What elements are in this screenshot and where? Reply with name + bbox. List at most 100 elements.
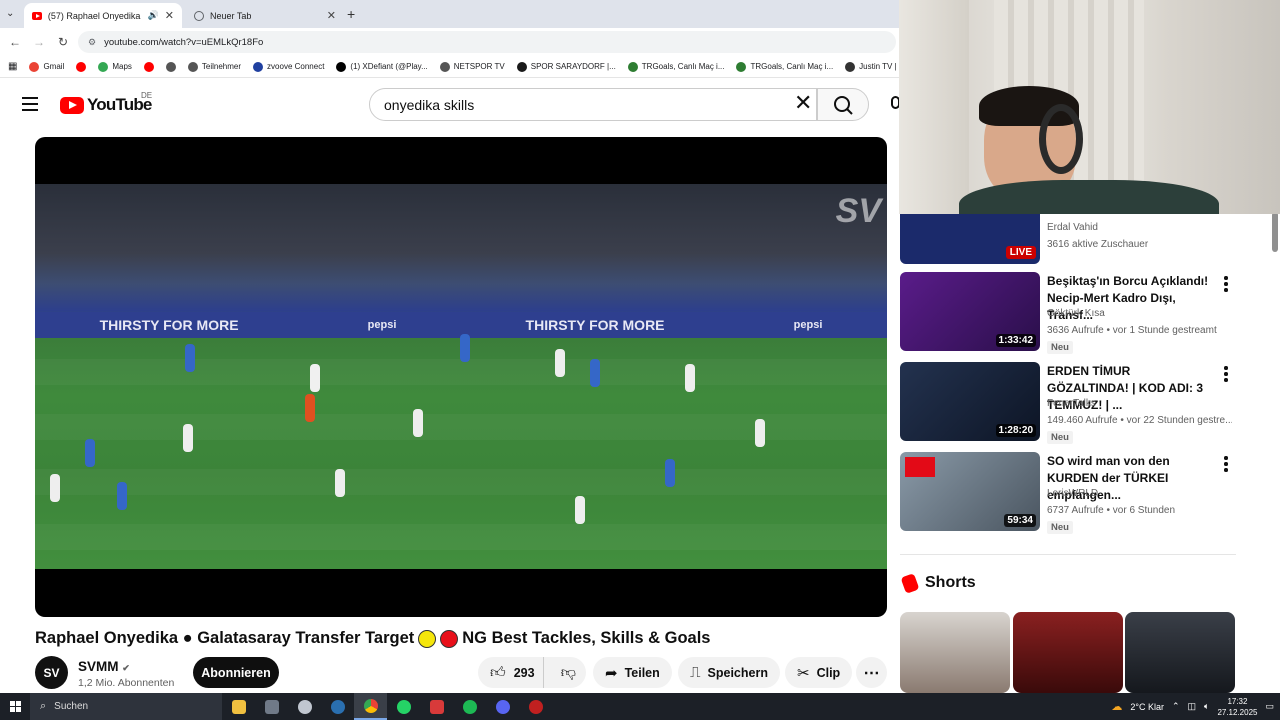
rec-channel[interactable]: Göktürk Kısa: [1047, 308, 1105, 319]
share-arrow-icon: ➦: [605, 664, 618, 682]
tab-youtube-video[interactable]: (57) Raphael Onyedika ● G 🔊 ✕: [24, 3, 182, 28]
video-frame[interactable]: THIRSTY FOR MORE pepsi THIRSTY FOR MORE …: [35, 184, 887, 569]
rec-channel[interactable]: LorisWRLD: [1047, 488, 1098, 499]
bookmarks-list: Gmail Maps Teilnehmer zvoove Connect (1) XDe…: [29, 61, 938, 72]
more-actions-icon[interactable]: ⋯: [856, 657, 887, 688]
bookmark-item[interactable]: [76, 61, 87, 72]
weather-text[interactable]: 2°C Klar: [1130, 702, 1164, 712]
spotify-icon[interactable]: [453, 693, 486, 720]
discord-icon[interactable]: [486, 693, 519, 720]
ad-board-text: THIRSTY FOR MORE: [99, 317, 239, 333]
back-arrow-icon[interactable]: ←: [3, 35, 27, 49]
clip-button[interactable]: ✂ Clip: [785, 657, 853, 688]
tab-close-icon[interactable]: ✕: [165, 9, 174, 22]
bookmark-item[interactable]: TRGoals, Canlı Maç i...: [736, 61, 833, 72]
bookmark-item[interactable]: SPOR SARAYDORF |...: [516, 61, 616, 72]
rec-channel[interactable]: FenerTalks: [1047, 398, 1096, 409]
like-button[interactable]: 👍︎ 293: [478, 657, 544, 688]
network-icon[interactable]: ◫: [1188, 701, 1197, 712]
bookmark-item[interactable]: [143, 61, 154, 72]
clear-search-icon[interactable]: ✕: [794, 92, 812, 114]
start-button[interactable]: [0, 693, 30, 720]
bookmark-item[interactable]: (1) XDefiant (@Play...: [336, 61, 428, 72]
forward-arrow-icon[interactable]: →: [27, 35, 51, 49]
search-input[interactable]: onyedika skills: [369, 88, 817, 121]
shorts-label: Shorts: [925, 574, 976, 591]
video-player[interactable]: THIRSTY FOR MORE pepsi THIRSTY FOR MORE …: [35, 137, 887, 617]
recommendation-item[interactable]: 1:28:20 ERDEN TİMUR GÖZALTINDA! | KOD AD…: [900, 362, 1240, 444]
recommendation-item[interactable]: 59:34 SO wird man von den KURDEN der TÜR…: [900, 452, 1240, 534]
show-hidden-icons-icon[interactable]: ⌃: [1172, 701, 1180, 712]
globe-favicon-icon: [194, 10, 204, 21]
clock-date: 27.12.2025: [1217, 707, 1258, 717]
more-options-icon[interactable]: [1224, 276, 1228, 294]
bookmark-label: zvoove Connect: [267, 62, 325, 71]
app-icon[interactable]: [255, 693, 288, 720]
video-thumbnail[interactable]: 1:33:42: [900, 272, 1040, 351]
bookmark-label: SPOR SARAYDORF |...: [530, 62, 616, 71]
bookmark-item[interactable]: Gmail: [29, 61, 64, 72]
voice-search-icon[interactable]: [880, 88, 899, 121]
share-button[interactable]: ➦ Teilen: [593, 657, 672, 688]
more-options-icon[interactable]: [1224, 366, 1228, 384]
video-thumbnail[interactable]: 1:28:20: [900, 362, 1040, 441]
person-shirt: [959, 180, 1219, 214]
ball-icon: [736, 61, 747, 72]
rec-channel[interactable]: Erdal Vahid: [1047, 222, 1098, 233]
apps-grid-icon[interactable]: ▦: [8, 61, 17, 72]
audio-playing-icon[interactable]: 🔊: [148, 10, 159, 21]
short-thumbnail[interactable]: [1013, 612, 1123, 693]
bookmark-item[interactable]: NETSPOR TV: [439, 61, 505, 72]
app-icon[interactable]: [519, 693, 552, 720]
address-bar[interactable]: ⚙ youtube.com/watch?v=uEMLkQr18Fo: [78, 31, 896, 53]
settings-icon[interactable]: [288, 693, 321, 720]
s-icon: [516, 61, 527, 72]
url-text: youtube.com/watch?v=uEMLkQr18Fo: [104, 36, 264, 48]
channel-avatar[interactable]: SV: [35, 656, 68, 689]
tab-close-icon[interactable]: ✕: [327, 9, 336, 22]
video-thumbnail[interactable]: 59:34: [900, 452, 1040, 531]
whatsapp-icon[interactable]: [387, 693, 420, 720]
chrome-icon[interactable]: [354, 693, 387, 720]
bookmark-item[interactable]: [165, 61, 176, 72]
notifications-icon[interactable]: ▭: [1265, 701, 1274, 712]
search-icon: ⌕: [40, 700, 47, 712]
thumbs-down-icon: 👎︎: [560, 663, 577, 681]
reload-icon[interactable]: ↻: [51, 35, 75, 49]
new-tab-plus-icon[interactable]: +: [347, 6, 355, 22]
search-query-text: onyedika skills: [384, 96, 475, 113]
channel-name[interactable]: SVMM ✔: [78, 659, 130, 674]
clock-time: 17:32: [1227, 696, 1248, 706]
maps-icon: [98, 61, 109, 72]
dislike-button[interactable]: 👎︎: [551, 657, 586, 688]
more-options-icon[interactable]: [1224, 456, 1228, 474]
search-button[interactable]: [817, 88, 869, 121]
verified-check-icon: ✔: [122, 663, 130, 673]
site-info-icon[interactable]: ⚙: [88, 37, 96, 48]
subscribe-button[interactable]: Abonnieren: [193, 657, 279, 688]
short-thumbnail[interactable]: [900, 612, 1010, 693]
bookmark-item[interactable]: Teilnehmer: [187, 61, 242, 72]
bookmarks-bar: ▦ Gmail Maps Teilnehmer zvoove Connect (1) X…: [0, 56, 926, 78]
tab-search-chevron-icon[interactable]: ⌄: [6, 8, 14, 19]
steam-icon[interactable]: [321, 693, 354, 720]
save-button[interactable]: ⎍ Speichern: [678, 657, 780, 688]
menu-hamburger-icon[interactable]: [22, 97, 38, 111]
volume-icon[interactable]: 🔈︎: [1204, 701, 1209, 712]
bookmark-item[interactable]: zvoove Connect: [253, 61, 325, 72]
file-explorer-icon[interactable]: [222, 693, 255, 720]
bookmark-item[interactable]: TRGoals, Canlı Maç i...: [627, 61, 724, 72]
browser-tab-strip: ⌄ (57) Raphael Onyedika ● G 🔊 ✕ Neuer Ta…: [0, 0, 899, 28]
clock[interactable]: 17:32 27.12.2025: [1217, 696, 1257, 718]
bookmark-label: Teilnehmer: [201, 62, 242, 71]
bookmark-item[interactable]: Maps: [98, 61, 132, 72]
short-thumbnail[interactable]: [1125, 612, 1235, 693]
youtube-logo[interactable]: YouTube: [60, 95, 152, 115]
app-red-icon[interactable]: [420, 693, 453, 720]
windows-taskbar: ⌕ Suchen ☁ 2°C Klar ⌃ ◫ 🔈︎ 17:32 27.12.2…: [0, 693, 1280, 720]
recommendation-item[interactable]: 1:33:42 Beşiktaş'ın Borcu Açıklandı! Nec…: [900, 272, 1240, 354]
taskbar-search[interactable]: ⌕ Suchen: [30, 693, 222, 720]
tab-title: Neuer Tab: [210, 10, 252, 21]
tab-new-tab[interactable]: Neuer Tab ✕: [186, 3, 344, 28]
scrollbar-thumb[interactable]: [1272, 212, 1278, 252]
